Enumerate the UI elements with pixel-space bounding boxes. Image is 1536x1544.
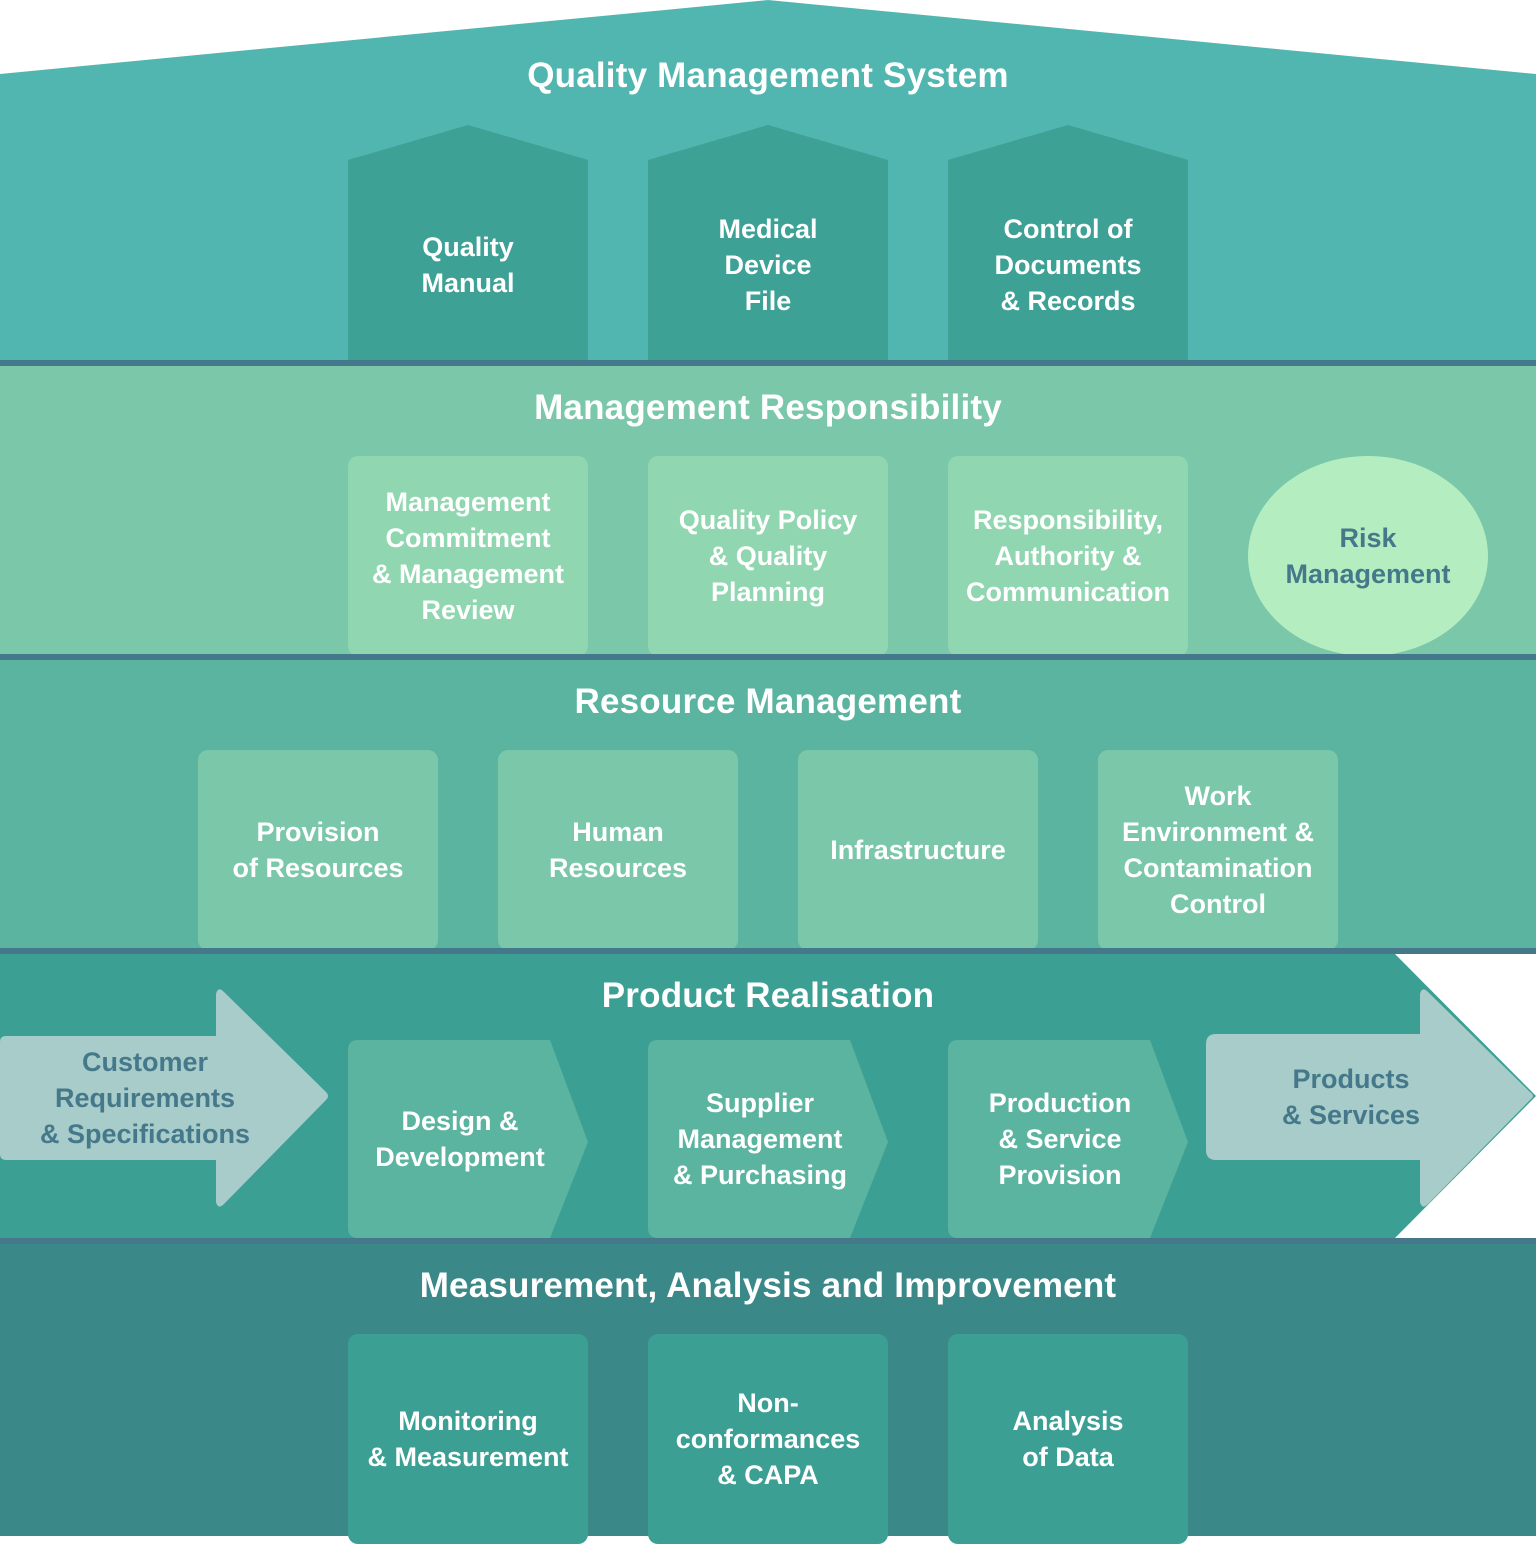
risk-management-ellipse: Risk Management: [1248, 456, 1488, 656]
products-services-arrow: Products & Services: [1281, 1064, 1421, 1130]
qms-item-control-of-documents: Control of Documents & Records: [994, 214, 1142, 316]
measurement-title: Measurement, Analysis and Improvement: [419, 1266, 1117, 1305]
resource-section: Resource Management Provision of Resourc…: [0, 660, 1536, 950]
product-step-supplier-management: Supplier Management & Purchasing: [672, 1088, 848, 1190]
management-section: Management Responsibility Management Com…: [0, 366, 1536, 656]
qms-item-medical-device-file: Medical Device File: [718, 214, 818, 316]
measurement-section: Measurement, Analysis and Improvement Mo…: [0, 1244, 1536, 1544]
qms-title: Quality Management System: [527, 56, 1009, 95]
resource-item-infrastructure: Infrastructure: [798, 750, 1038, 950]
customer-requirements-arrow: Customer Requirements & Specifications: [39, 1047, 251, 1149]
product-section: Product Realisation Customer Requirement…: [0, 954, 1536, 1238]
management-item-quality-policy: Quality Policy & Quality Planning: [648, 456, 888, 656]
product-title: Product Realisation: [601, 976, 935, 1015]
product-step-design-development: Design & Development: [375, 1106, 545, 1172]
qms-item-quality-manual: Quality Manual: [421, 232, 515, 298]
product-step-production-service: Production & Service Provision: [988, 1088, 1132, 1190]
resource-title: Resource Management: [574, 682, 962, 721]
measurement-item-nonconformances: Non- conformances & CAPA: [648, 1334, 888, 1544]
management-title: Management Responsibility: [534, 388, 1002, 427]
resource-item-human-resources: Human Resources: [498, 750, 738, 950]
resource-item-work-environment: Work Environment & Contamination Control: [1098, 750, 1338, 950]
resource-item-provision: Provision of Resources: [198, 750, 438, 950]
measurement-item-analysis-of-data: Analysis of Data: [948, 1334, 1188, 1544]
management-item-responsibility-authority: Responsibility, Authority & Communicatio…: [948, 456, 1188, 656]
qms-section: Quality Management System Quality Manual…: [0, 0, 1536, 360]
measurement-item-monitoring: Monitoring & Measurement: [348, 1334, 588, 1544]
management-item-commitment-review: Management Commitment & Management Revie…: [348, 456, 588, 656]
